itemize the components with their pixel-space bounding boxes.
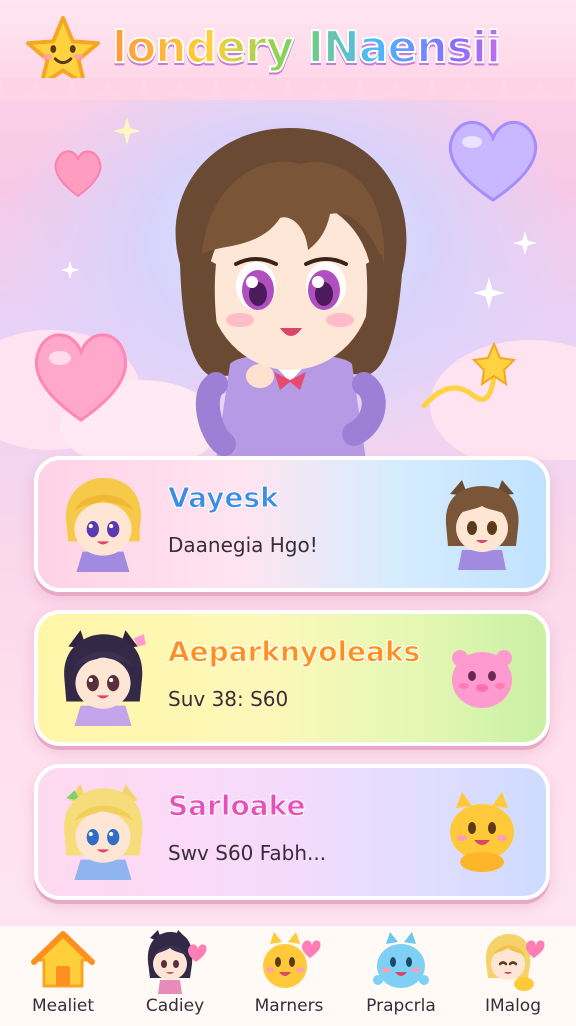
chibi-girl-heart-icon	[147, 930, 207, 994]
card-subtitle: Suv 38: S60	[168, 687, 289, 711]
yellow-creature-heart-icon	[263, 932, 321, 988]
nav-label: IMalog	[484, 996, 541, 1016]
nav-label: Marners	[254, 996, 324, 1016]
nav-item-cadiey[interactable]: Cadiey	[120, 926, 230, 1026]
chibi-blonde-boy-avatar-icon	[65, 477, 142, 572]
sparkle-star-icon	[473, 277, 505, 309]
app-title: londery INaensii	[111, 16, 552, 80]
nav-item-imalog[interactable]: IMalog	[458, 926, 568, 1026]
character-card[interactable]: Sarloake Swv S60 Fabh...	[34, 764, 550, 900]
nav-label: Cadiey	[145, 996, 205, 1016]
card-subtitle: Swv S60 Fabh...	[168, 841, 327, 865]
sparkle-star-icon	[113, 117, 141, 145]
star-logo-icon[interactable]	[24, 14, 102, 88]
hero-banner	[0, 100, 576, 460]
card-title: Vayesk	[168, 481, 280, 515]
nav-item-marners[interactable]: Marners	[234, 926, 344, 1026]
card-title: Sarloake	[167, 789, 306, 823]
bottom-nav: Mealiet Cadiey Marners Prapcrla IMalog	[0, 924, 576, 1026]
hero-character-illustration	[175, 128, 407, 460]
pink-heart-balloon-icon	[34, 333, 128, 422]
app-header: londery INaensii	[0, 0, 576, 112]
nav-label: Prapcrla	[366, 996, 436, 1016]
chibi-blonde-cat-ears-avatar-icon	[64, 784, 143, 880]
card-title: Aeparknyoleaks	[167, 635, 421, 669]
card-subtitle: Daanegia Hgo!	[168, 533, 318, 557]
pink-blob-creature-icon	[452, 650, 512, 708]
character-card[interactable]: Aeparknyoleaks Suv 38: S60	[34, 610, 550, 746]
purple-heart-balloon-icon	[448, 121, 538, 202]
nav-item-prapcrla[interactable]: Prapcrla	[346, 926, 456, 1026]
sparkle-star-icon	[512, 230, 538, 256]
nav-label: Mealiet	[31, 996, 95, 1016]
pink-heart-icon	[54, 150, 102, 198]
chibi-cat-ears-girl-icon	[445, 480, 519, 570]
yellow-cat-creature-icon	[450, 792, 514, 872]
character-card[interactable]: Vayesk Daanegia Hgo!	[34, 456, 550, 592]
blue-creature-icon	[373, 932, 429, 988]
chibi-dark-hair-cat-ears-avatar-icon	[64, 630, 146, 726]
blonde-chibi-heart-icon	[485, 934, 545, 991]
nav-item-home[interactable]: Mealiet	[8, 926, 118, 1026]
home-icon	[31, 931, 95, 988]
sparkle-star-icon	[60, 260, 80, 280]
